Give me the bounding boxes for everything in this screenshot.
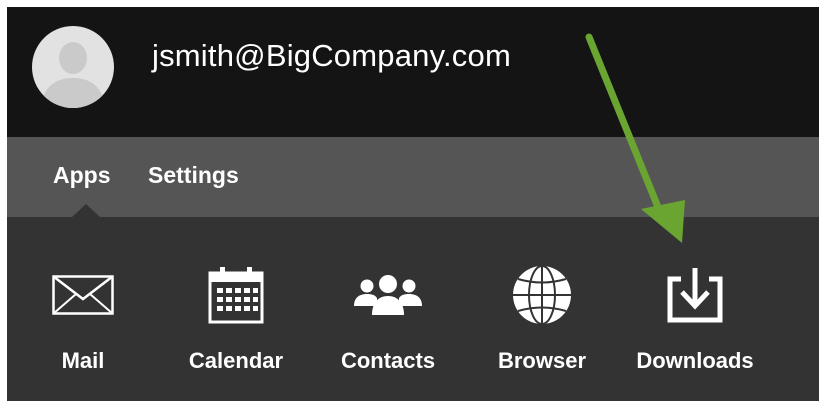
avatar[interactable] xyxy=(32,26,114,108)
app-contacts[interactable]: Contacts xyxy=(318,252,458,382)
app-launcher-panel: jsmith@BigCompany.com Apps Settings Mail xyxy=(7,7,819,401)
people-icon xyxy=(354,275,422,315)
tab-settings[interactable]: Settings xyxy=(148,162,239,189)
app-browser-label: Browser xyxy=(497,348,587,373)
globe-icon xyxy=(513,265,571,325)
tab-apps[interactable]: Apps xyxy=(53,162,111,189)
selected-tab-indicator xyxy=(72,204,100,217)
app-calendar[interactable]: Calendar xyxy=(166,252,306,382)
calendar-icon xyxy=(208,267,264,324)
app-browser[interactable]: Browser xyxy=(472,252,612,382)
account-header: jsmith@BigCompany.com xyxy=(7,7,819,137)
user-silhouette-icon xyxy=(40,42,106,108)
envelope-icon xyxy=(52,275,114,315)
download-icon xyxy=(667,268,723,323)
app-mail-label: Mail xyxy=(61,348,105,373)
app-calendar-label: Calendar xyxy=(188,348,284,373)
user-email: jsmith@BigCompany.com xyxy=(152,38,511,73)
app-contacts-label: Contacts xyxy=(340,348,436,373)
app-downloads-label: Downloads xyxy=(636,348,754,373)
app-downloads[interactable]: Downloads xyxy=(625,252,765,382)
app-mail[interactable]: Mail xyxy=(13,252,153,382)
tab-bar: Apps Settings xyxy=(7,137,819,217)
